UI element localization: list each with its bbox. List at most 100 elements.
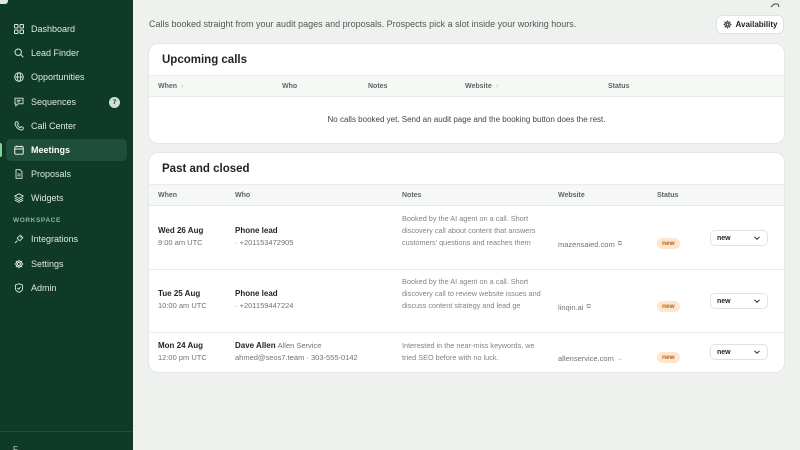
column-header-status: Status	[608, 83, 630, 90]
sidebar-nav: Dashboard Lead Finder Opportunities Sequ…	[0, 18, 133, 301]
notes-cell: Interested in the near-miss keywords, we…	[402, 341, 535, 362]
column-label: Website	[465, 83, 492, 90]
contact-name-text: Dave Allen	[235, 341, 276, 350]
website-cell: linqin.ai ⧉	[558, 297, 591, 315]
availability-button[interactable]: Availability	[716, 15, 784, 34]
status-select-cell: new	[710, 344, 768, 360]
sidebar-item-call-center[interactable]: Call Center	[6, 115, 127, 137]
phone-icon	[14, 121, 24, 131]
chevron-down-icon	[754, 236, 760, 241]
column-header-notes: Notes	[368, 83, 388, 90]
sidebar-item-widgets[interactable]: Widgets	[6, 187, 127, 209]
status-badge: new	[657, 352, 680, 363]
column-label: When	[158, 83, 178, 90]
when-cell: Wed 26 Aug 9:00 am UTC	[158, 226, 203, 247]
sort-arrow-icon: ↑	[181, 84, 184, 90]
contact-detail: ahmed@seos7.team · 303-555-0142	[235, 353, 358, 362]
sidebar-item-label: Call Center	[31, 120, 77, 131]
arrow-right-icon: →	[616, 355, 623, 362]
sidebar-item-integrations[interactable]: Integrations	[6, 228, 127, 250]
sidebar-footer-text: F	[13, 445, 18, 450]
status-select-cell: new	[710, 293, 768, 309]
notes-cell: Booked by the AI agent on a call. Short …	[402, 277, 541, 310]
sequences-count-badge: 7	[109, 96, 120, 108]
status-cell: new	[657, 232, 680, 250]
website-cell: mazensaied.com ⧉	[558, 234, 622, 252]
sidebar-item-meetings[interactable]: Meetings	[0, 138, 127, 161]
column-header-who: Who	[282, 83, 298, 90]
status-cell: new	[657, 346, 680, 364]
status-badge: new	[657, 301, 680, 312]
sidebar-item-label: Sequences	[31, 96, 77, 107]
external-link-icon: ⧉	[586, 304, 591, 310]
upcoming-calls-title: Upcoming calls	[162, 54, 247, 66]
when-cell: Mon 24 Aug 12:00 pm UTC	[158, 341, 207, 362]
sidebar-item-dashboard[interactable]: Dashboard	[6, 18, 127, 40]
sidebar-item-label: Widgets	[31, 193, 64, 204]
sidebar-item-label: Proposals	[31, 169, 72, 180]
table-row[interactable]: Mon 24 Aug 12:00 pm UTC Dave Allen Allen …	[149, 333, 784, 372]
column-header-status: Status	[657, 192, 679, 199]
website-link[interactable]: mazensaied.com ⧉	[558, 240, 622, 249]
website-cell: allenservice.com →	[558, 348, 623, 366]
sidebar-item-label: Integrations	[31, 234, 79, 245]
empty-state-message: No calls booked yet. Send an audit page …	[327, 115, 606, 124]
status-cell: new	[657, 295, 680, 313]
document-icon	[14, 169, 24, 179]
contact-name: Phone lead	[235, 289, 278, 298]
status-select-value: new	[717, 297, 731, 305]
sidebar-item-opportunities[interactable]: Opportunities	[6, 66, 127, 88]
column-header-website: Website	[558, 192, 585, 199]
contact-detail: · +201159447224	[235, 301, 294, 310]
website-text: mazensaied.com	[558, 240, 615, 249]
globe-icon	[14, 72, 24, 83]
sidebar-item-sequences[interactable]: Sequences 7	[6, 91, 127, 113]
workspace-section-label: WORKSPACE	[13, 217, 61, 225]
link-icon[interactable]	[770, 0, 780, 8]
column-header-notes: Notes	[402, 192, 422, 199]
availability-label: Availability	[735, 20, 778, 29]
status-select-cell: new	[710, 230, 768, 246]
who-cell: Phone lead · +201159447224	[235, 289, 293, 310]
gear-icon	[723, 20, 731, 29]
website-text: linqin.ai	[558, 303, 584, 312]
who-cell: Dave Allen Allen Service ahmed@seos7.team…	[235, 341, 358, 362]
sidebar-item-label: Admin	[31, 282, 57, 293]
meeting-date: Mon 24 Aug	[158, 341, 204, 350]
column-header-who: Who	[235, 192, 251, 199]
status-dropdown[interactable]: new	[710, 344, 768, 360]
contact-company: Allen Service	[277, 341, 322, 350]
table-row[interactable]: Wed 26 Aug 9:00 am UTC Phone lead · +201…	[149, 207, 784, 270]
sidebar-item-lead-finder[interactable]: Lead Finder	[6, 42, 127, 64]
column-header-website[interactable]: Website ↑	[465, 83, 498, 90]
plug-icon	[14, 234, 24, 244]
chevron-down-icon	[754, 350, 760, 355]
past-table-header: When Who Notes Website Status	[149, 184, 784, 206]
status-badge: new	[657, 238, 680, 249]
notes-cell: Booked by the AI agent on a call. Short …	[402, 214, 536, 247]
meeting-time: 10:00 am UTC	[158, 301, 207, 310]
contact-name: Phone lead	[235, 226, 278, 235]
status-dropdown[interactable]: new	[710, 230, 768, 246]
sidebar-item-label: Opportunities	[31, 72, 85, 83]
when-cell: Tue 25 Aug 10:00 am UTC	[158, 289, 207, 310]
upcoming-calls-card: Upcoming calls When ↑ Who Notes Website ↑ …	[149, 44, 784, 143]
past-calls-title: Past and closed	[162, 163, 250, 175]
search-icon	[14, 48, 24, 58]
meeting-date: Tue 25 Aug	[158, 289, 201, 298]
column-header-when[interactable]: When ↑	[158, 83, 184, 90]
table-row[interactable]: Tue 25 Aug 10:00 am UTC Phone lead · +20…	[149, 270, 784, 333]
sidebar-item-admin[interactable]: Admin	[6, 277, 127, 299]
sidebar-item-settings[interactable]: Settings	[6, 253, 127, 275]
sidebar-item-proposals[interactable]: Proposals	[6, 163, 127, 185]
logo	[0, 0, 8, 4]
grid-icon	[14, 24, 24, 34]
chat-icon	[14, 97, 24, 107]
website-link[interactable]: allenservice.com →	[558, 354, 623, 363]
sidebar: Dashboard Lead Finder Opportunities Sequ…	[0, 0, 133, 450]
sort-arrow-icon: ↑	[495, 84, 499, 90]
meeting-time: 9:00 am UTC	[158, 238, 203, 247]
website-link[interactable]: linqin.ai ⧉	[558, 303, 591, 312]
status-dropdown[interactable]: new	[710, 293, 768, 309]
meeting-time: 12:00 pm UTC	[158, 353, 207, 362]
